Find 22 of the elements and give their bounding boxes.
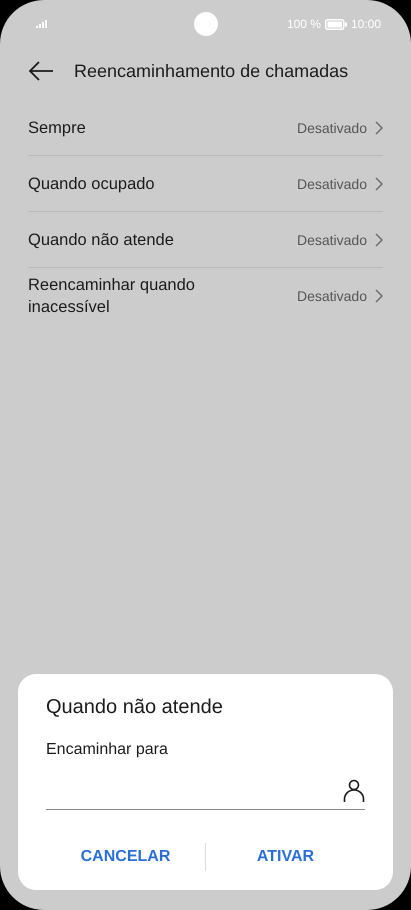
chevron-icon — [375, 120, 383, 134]
chevron-icon — [375, 232, 383, 246]
person-icon[interactable] — [343, 779, 365, 803]
setting-value: Desativado — [296, 176, 367, 192]
setting-value: Desativado — [296, 120, 367, 136]
setting-label[interactable]: Sempre — [28, 116, 248, 138]
setting-label[interactable]: Quando não atende — [28, 228, 248, 250]
chevron-icon — [375, 176, 383, 190]
setting-label[interactable]: Reencaminhar quando inacessível — [28, 274, 248, 318]
setting-value: Desativado — [296, 288, 367, 304]
back-arrow-icon[interactable] — [28, 61, 54, 81]
chevron-icon — [375, 288, 383, 302]
battery-icon — [324, 18, 347, 30]
signal-icon — [36, 20, 48, 28]
dialog-button[interactable]: ATIVAR — [206, 840, 365, 874]
dialog-title: Quando não atende — [46, 696, 224, 719]
setting-label[interactable]: Quando ocupado — [28, 172, 248, 194]
field-label: Encaminhar para — [46, 741, 169, 759]
camera-cutout — [194, 12, 218, 36]
setting-value: Desativado — [296, 232, 367, 248]
dialog-button[interactable]: CANCELAR — [46, 840, 205, 874]
page-title: Reencaminhamento de chamadas — [74, 60, 348, 82]
